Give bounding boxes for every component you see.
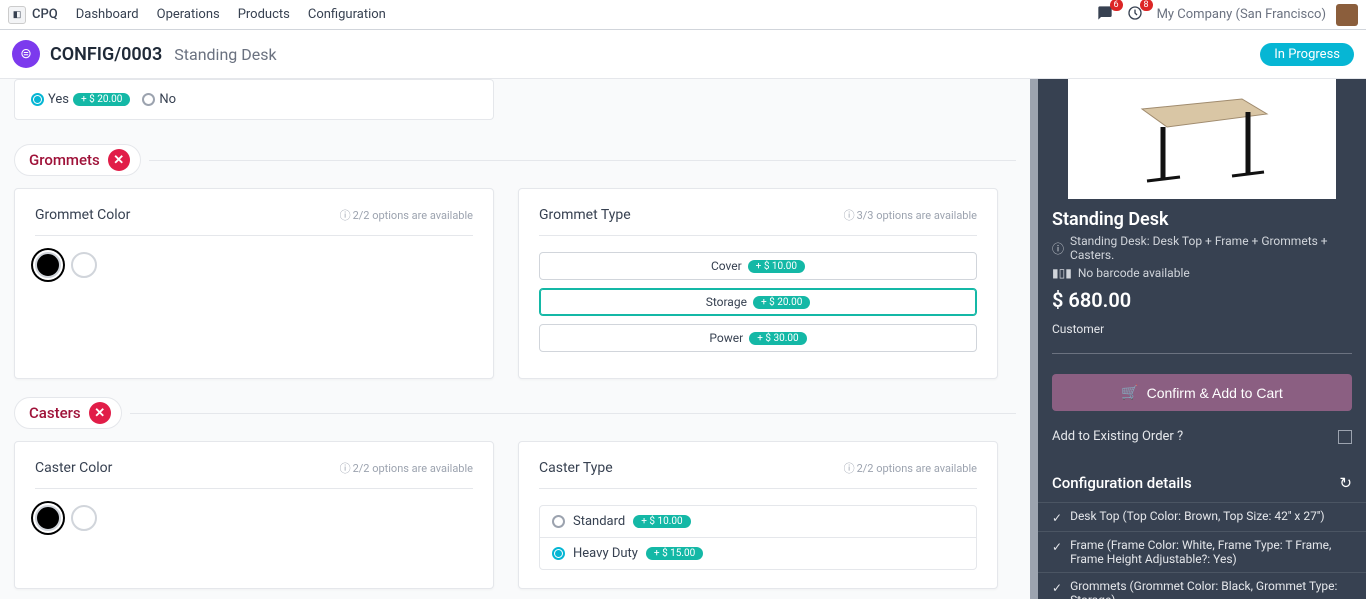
- grommet-color-title: Grommet Color: [35, 207, 130, 223]
- detail-desk-top: ✓ Desk Top (Top Color: Brown, Top Size: …: [1038, 502, 1366, 531]
- nav-operations[interactable]: Operations: [157, 7, 220, 22]
- caster-type-card: Caster Type ⓘ2/2 options are available S…: [518, 441, 998, 589]
- sidebar-price: $ 680.00: [1038, 284, 1366, 322]
- section-casters-header: Casters ✕: [14, 397, 1016, 429]
- grommet-type-cover[interactable]: Cover + $ 10.00: [539, 252, 977, 280]
- summary-sidebar: Standing Desk ⓘ Standing Desk: Desk Top …: [1030, 79, 1366, 599]
- nav-configuration[interactable]: Configuration: [308, 7, 386, 22]
- check-icon: ✓: [1052, 581, 1062, 595]
- main-content: Yes + $ 20.00 No Grommets ✕: [0, 79, 1030, 599]
- option-yes-label: Yes: [48, 92, 69, 107]
- height-adjustable-card: Yes + $ 20.00 No: [14, 79, 494, 120]
- grommet-color-card: Grommet Color ⓘ2/2 options are available: [14, 188, 494, 379]
- nav-products[interactable]: Products: [238, 7, 290, 22]
- config-details-header: Configuration details ↻: [1038, 464, 1366, 502]
- caster-color-title: Caster Color: [35, 460, 112, 476]
- info-icon: ⓘ: [844, 460, 855, 476]
- status-badge: In Progress: [1260, 43, 1354, 66]
- checkbox-empty-icon: [1338, 430, 1352, 444]
- messages-badge: 6: [1110, 0, 1123, 11]
- sidebar-product-name: Standing Desk: [1038, 199, 1366, 234]
- app-name[interactable]: CPQ: [32, 7, 58, 22]
- config-product-name: Standing Desk: [174, 45, 276, 64]
- check-icon: ✓: [1052, 511, 1062, 525]
- section-grommets-header: Grommets ✕: [14, 144, 1016, 176]
- option-no[interactable]: No: [142, 92, 176, 107]
- grommet-type-power[interactable]: Power + $ 30.00: [539, 324, 977, 352]
- sidebar-description: ⓘ Standing Desk: Desk Top + Frame + Grom…: [1038, 234, 1366, 266]
- messages-icon[interactable]: 6: [1097, 5, 1113, 25]
- barcode-icon: ▮▯▮: [1052, 266, 1072, 280]
- option-yes[interactable]: Yes + $ 20.00: [31, 92, 130, 107]
- remove-casters-button[interactable]: ✕: [89, 402, 111, 424]
- info-icon: ⓘ: [1052, 240, 1064, 257]
- product-image: [1068, 79, 1336, 199]
- caster-swatch-white[interactable]: [71, 505, 97, 531]
- desk-illustration-icon: [1132, 79, 1272, 199]
- caster-type-hint: ⓘ2/2 options are available: [844, 460, 977, 476]
- add-to-existing-order[interactable]: Add to Existing Order ?: [1038, 421, 1366, 452]
- grommet-type-storage[interactable]: Storage + $ 20.00: [539, 288, 977, 316]
- radio-empty-icon: [142, 93, 155, 106]
- nav-dashboard[interactable]: Dashboard: [76, 7, 139, 22]
- detail-frame: ✓ Frame (Frame Color: White, Frame Type:…: [1038, 531, 1366, 572]
- detail-grommets: ✓ Grommets (Grommet Color: Black, Gromme…: [1038, 572, 1366, 599]
- radio-empty-icon: [552, 515, 565, 528]
- caster-type-standard[interactable]: Standard + $ 10.00: [540, 506, 976, 538]
- info-icon: ⓘ: [340, 207, 351, 223]
- customer-label: Customer: [1052, 322, 1104, 336]
- top-nav: ◧ CPQ Dashboard Operations Products Conf…: [0, 0, 1366, 30]
- grommet-color-hint: ⓘ2/2 options are available: [340, 207, 473, 223]
- caster-swatch-black[interactable]: [35, 505, 61, 531]
- cart-icon: 🛒: [1121, 384, 1138, 401]
- confirm-add-cart-button[interactable]: 🛒 Confirm & Add to Cart: [1052, 374, 1352, 411]
- app-logo-icon: ◧: [8, 6, 26, 24]
- remove-grommets-button[interactable]: ✕: [108, 149, 130, 171]
- radio-selected-icon: [552, 547, 565, 560]
- section-casters-title: Casters: [29, 404, 81, 422]
- activities-icon[interactable]: 8: [1127, 5, 1143, 25]
- config-id: CONFIG/0003: [50, 44, 162, 65]
- option-no-label: No: [159, 92, 176, 107]
- customer-input[interactable]: [1052, 338, 1352, 354]
- user-avatar[interactable]: [1336, 4, 1358, 26]
- refresh-icon[interactable]: ↻: [1339, 474, 1352, 492]
- sidebar-barcode: ▮▯▮ No barcode available: [1038, 266, 1366, 284]
- caster-color-card: Caster Color ⓘ2/2 options are available: [14, 441, 494, 589]
- company-selector[interactable]: My Company (San Francisco): [1157, 7, 1326, 22]
- activities-badge: 8: [1140, 0, 1153, 11]
- grommet-type-hint: ⓘ3/3 options are available: [844, 207, 977, 223]
- radio-selected-icon: [31, 93, 44, 106]
- config-icon: ⊜: [12, 40, 40, 68]
- option-yes-price: + $ 20.00: [73, 93, 130, 106]
- swatch-black[interactable]: [35, 252, 61, 278]
- caster-color-hint: ⓘ2/2 options are available: [340, 460, 473, 476]
- swatch-white[interactable]: [71, 252, 97, 278]
- section-grommets-title: Grommets: [29, 151, 100, 169]
- breadcrumb-header: ⊜ CONFIG/0003 Standing Desk In Progress: [0, 30, 1366, 79]
- grommet-type-card: Grommet Type ⓘ3/3 options are available …: [518, 188, 998, 379]
- caster-type-heavy-duty[interactable]: Heavy Duty + $ 15.00: [540, 538, 976, 569]
- caster-type-title: Caster Type: [539, 460, 613, 476]
- check-icon: ✓: [1052, 540, 1062, 554]
- grommet-type-title: Grommet Type: [539, 207, 631, 223]
- info-icon: ⓘ: [340, 460, 351, 476]
- info-icon: ⓘ: [844, 207, 855, 223]
